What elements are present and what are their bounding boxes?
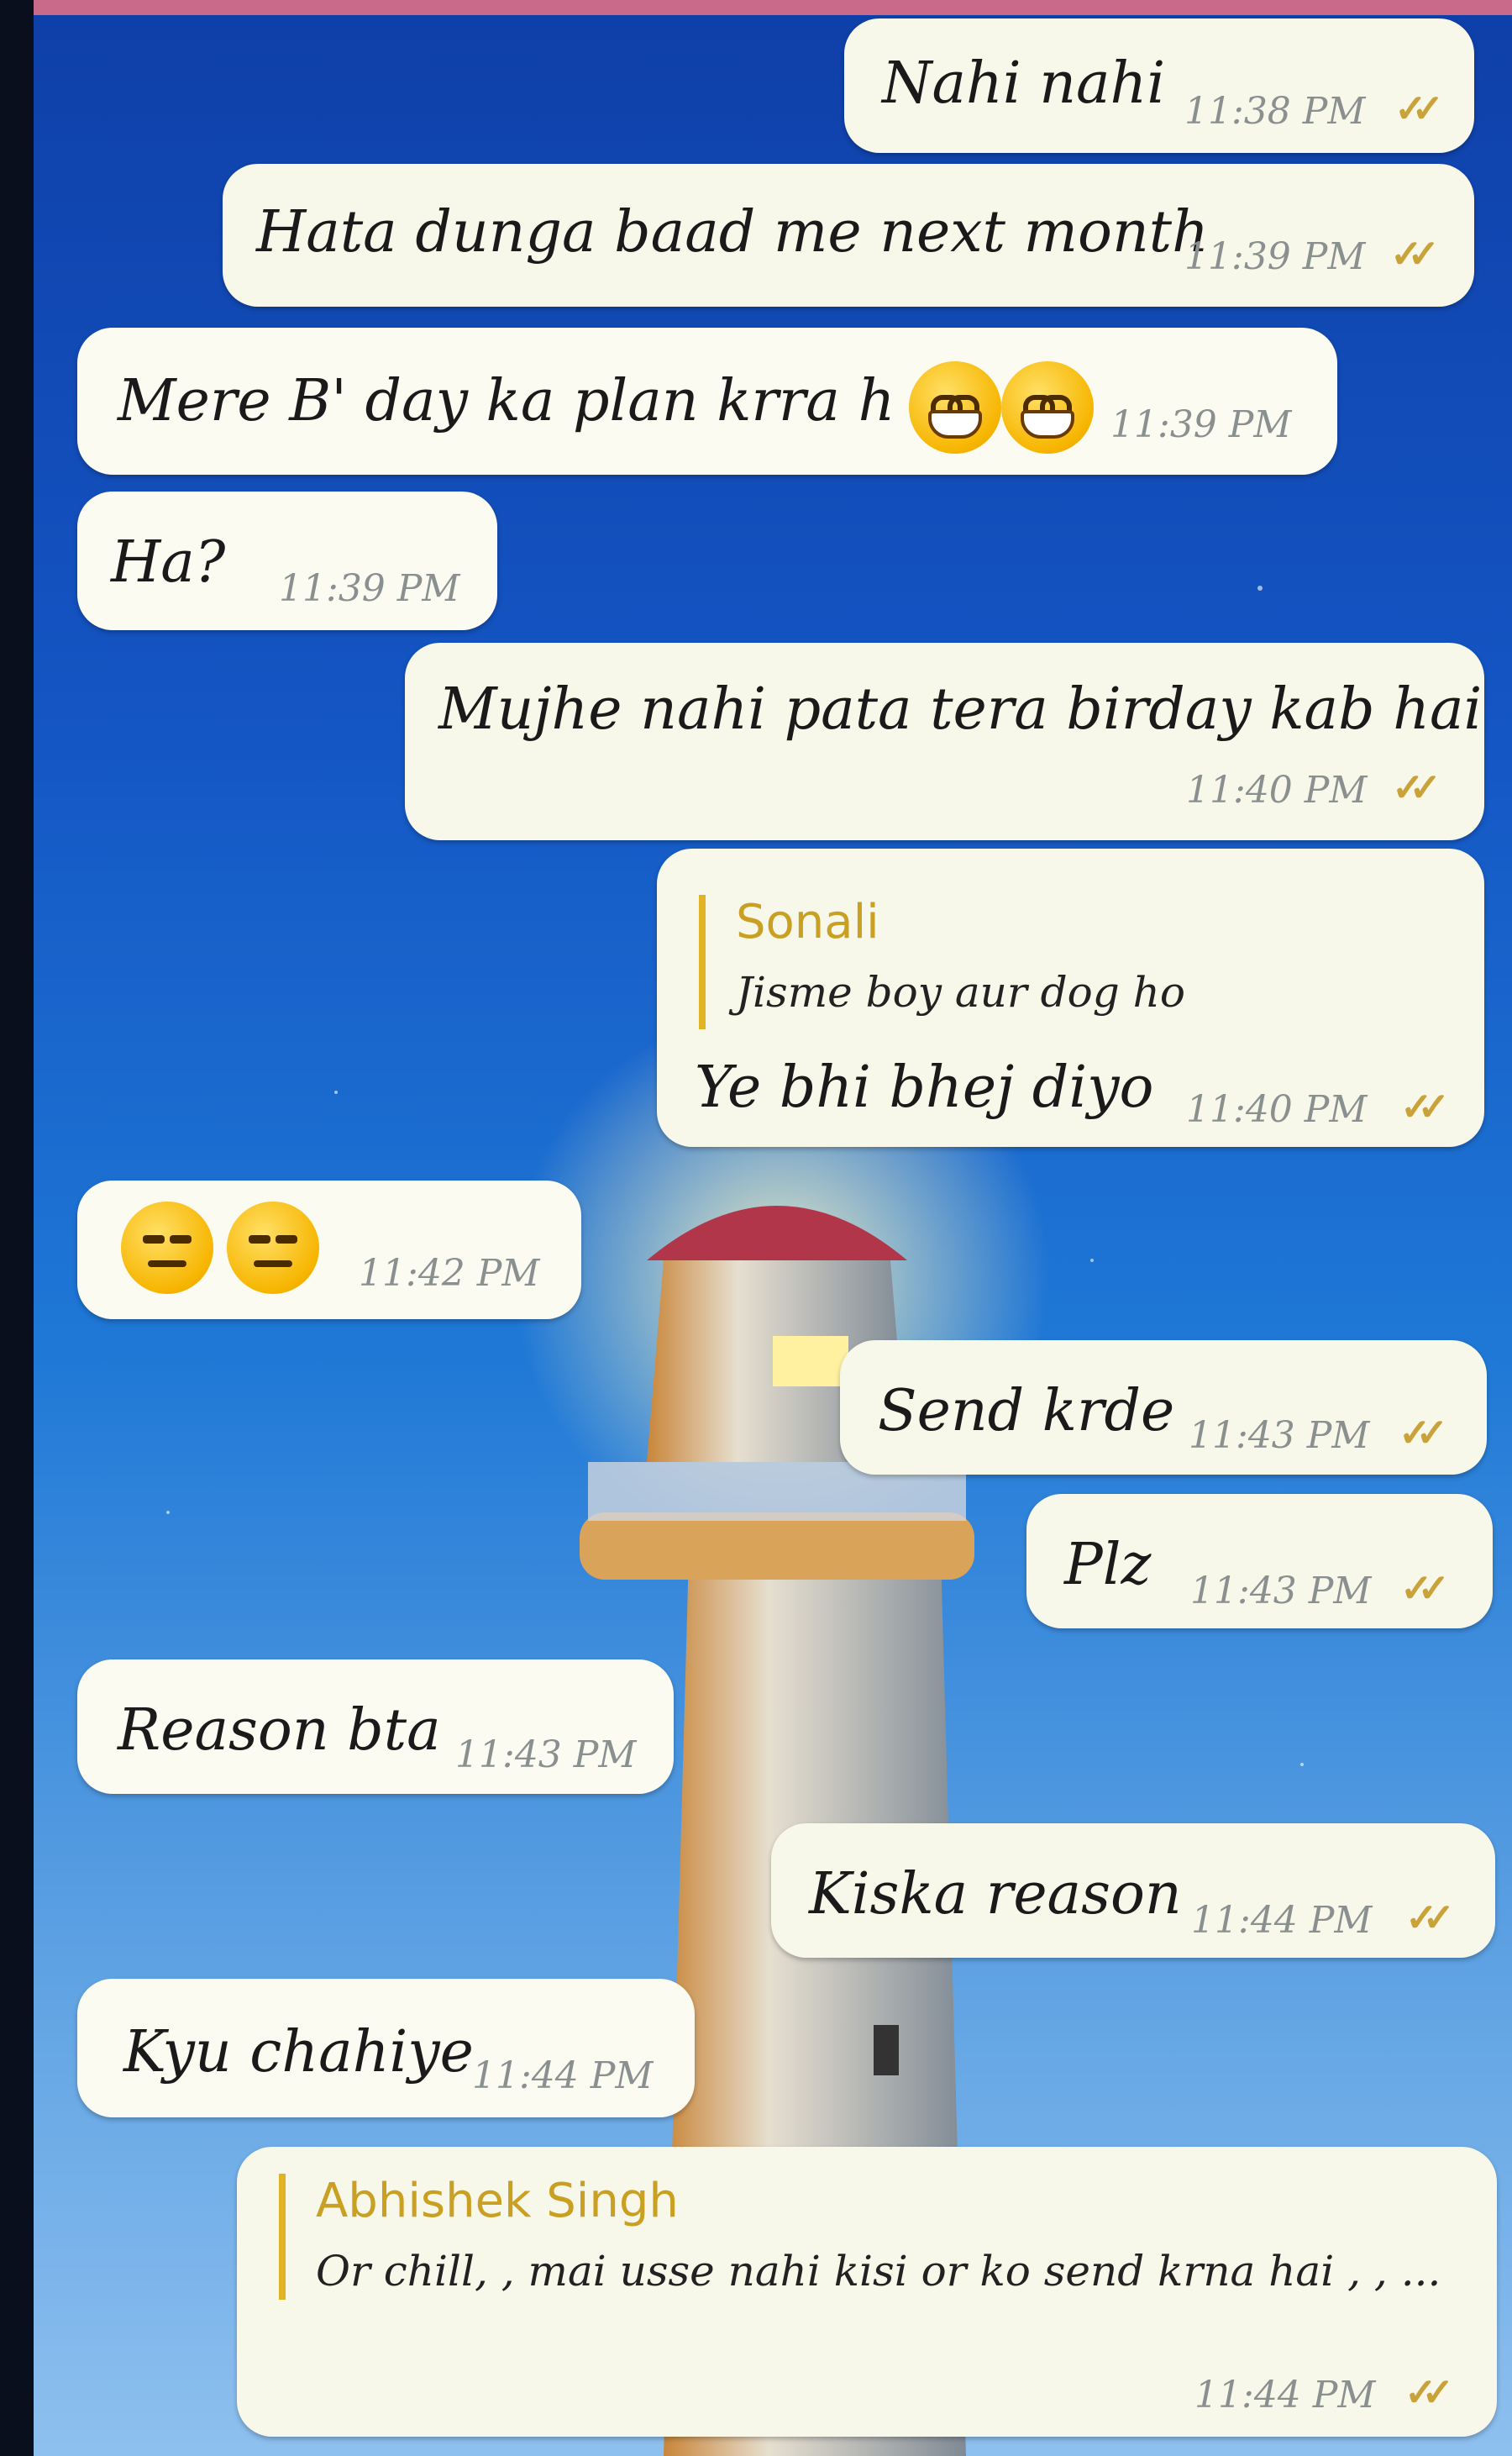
message-time: 11:39 PM: [1110, 403, 1292, 446]
message-time: 11:43 PM: [1189, 1414, 1370, 1457]
message-time: 11:39 PM: [1184, 235, 1366, 278]
message-bubble-outgoing[interactable]: Kiska reason 11:44 PM ✓✓: [771, 1823, 1495, 1958]
message-text: Plz: [1064, 1532, 1152, 1598]
message-bubble-outgoing[interactable]: Abhishek Singh Or chill, , mai usse nahi…: [237, 2147, 1497, 2437]
message-bubble-outgoing[interactable]: Sonali Jisme boy aur dog ho Ye bhi bhej …: [657, 849, 1484, 1147]
message-time: 11:43 PM: [455, 1733, 637, 1776]
message-bubble-outgoing[interactable]: Mujhe nahi pata tera birday kab hai 11:4…: [405, 643, 1484, 840]
quoted-sender: Sonali: [736, 895, 879, 949]
message-text: Mere B' day ka plan krra h: [118, 368, 895, 434]
quoted-text: Or chill, , mai usse nahi kisi or ko sen…: [316, 2247, 1441, 2296]
quoted-text: Jisme boy aur dog ho: [736, 968, 1185, 1017]
double-check-icon: ✓✓: [1399, 1410, 1448, 1455]
quoted-message[interactable]: Sonali Jisme boy aur dog ho: [699, 895, 1185, 1029]
quoted-sender: Abhishek Singh: [316, 2174, 679, 2228]
grinning-face-icon: [1001, 361, 1094, 454]
message-bubble-outgoing[interactable]: Send krde 11:43 PM ✓✓: [840, 1340, 1487, 1475]
message-text: Ha?: [111, 529, 226, 596]
status-bar-edge: [0, 0, 1512, 15]
message-bubble-incoming[interactable]: Kyu chahiye 11:44 PM: [77, 1979, 695, 2117]
double-check-icon: ✓✓: [1392, 765, 1441, 810]
message-time: 11:44 PM: [1194, 2374, 1376, 2417]
message-bubble-incoming[interactable]: Ha? 11:39 PM: [77, 492, 497, 630]
message-text: Send krde: [878, 1378, 1175, 1444]
message-text: Ye bhi bhej diyo: [695, 1054, 1154, 1121]
double-check-icon: ✓✓: [1404, 2369, 1454, 2415]
message-text: Hata dunga baad me next month: [256, 199, 1209, 266]
message-bubble-outgoing[interactable]: Nahi nahi 11:38 PM ✓✓: [844, 18, 1474, 153]
message-time: 11:40 PM: [1186, 769, 1368, 812]
expressionless-face-icon: [121, 1202, 213, 1294]
message-text: Nahi nahi: [882, 50, 1166, 117]
message-bubble-incoming[interactable]: Reason bta 11:43 PM: [77, 1659, 674, 1794]
message-text: Reason bta: [118, 1697, 441, 1764]
message-time: 11:44 PM: [472, 2054, 654, 2097]
message-time: 11:38 PM: [1184, 90, 1366, 133]
message-text: Mujhe nahi pata tera birday kab hai: [438, 676, 1483, 743]
screen-bezel: [0, 0, 34, 2456]
expressionless-face-icon: [227, 1202, 319, 1294]
message-text: Kiska reason: [809, 1861, 1182, 1927]
message-time: 11:44 PM: [1191, 1899, 1373, 1942]
double-check-icon: ✓✓: [1400, 1084, 1450, 1129]
message-text: Kyu chahiye: [123, 2019, 474, 2085]
double-check-icon: ✓✓: [1394, 86, 1444, 131]
message-bubble-incoming[interactable]: 11:42 PM: [77, 1181, 581, 1319]
message-time: 11:40 PM: [1186, 1088, 1368, 1131]
message-time: 11:42 PM: [359, 1252, 540, 1295]
double-check-icon: ✓✓: [1390, 231, 1440, 276]
message-bubble-outgoing[interactable]: Hata dunga baad me next month 11:39 PM ✓…: [223, 164, 1474, 307]
double-check-icon: ✓✓: [1400, 1565, 1450, 1611]
message-bubble-incoming[interactable]: Mere B' day ka plan krra h 11:39 PM: [77, 328, 1337, 475]
message-time: 11:43 PM: [1190, 1570, 1372, 1612]
quoted-message[interactable]: Abhishek Singh Or chill, , mai usse nahi…: [279, 2174, 1441, 2300]
double-check-icon: ✓✓: [1405, 1895, 1455, 1940]
grinning-face-icon: [909, 361, 1001, 454]
message-time: 11:39 PM: [279, 567, 460, 610]
message-bubble-outgoing[interactable]: Plz 11:43 PM ✓✓: [1026, 1494, 1493, 1628]
